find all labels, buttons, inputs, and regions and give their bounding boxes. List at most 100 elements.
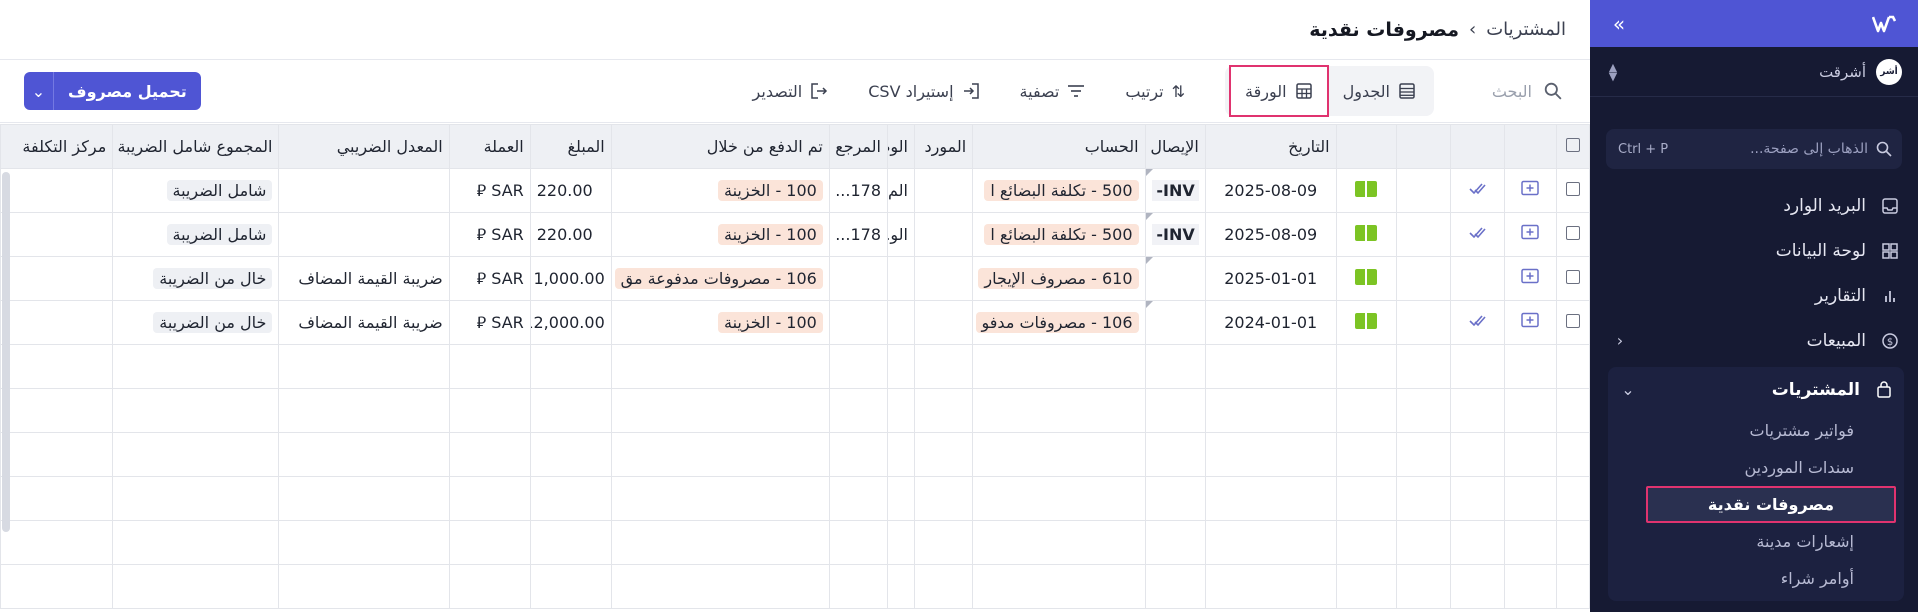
date-cell[interactable]: 2025-01-01: [1204, 256, 1337, 301]
tax-inclusive-cell[interactable]: شامل الضريبة: [112, 212, 280, 257]
reference-cell[interactable]: [828, 300, 889, 345]
empty-cell[interactable]: [529, 520, 612, 565]
empty-cell[interactable]: [112, 344, 280, 389]
amount-cell[interactable]: 220.00: [529, 168, 612, 213]
add-comment-icon[interactable]: [1503, 256, 1557, 301]
empty-cell[interactable]: [1449, 564, 1505, 609]
empty-cell[interactable]: [1449, 388, 1505, 433]
empty-cell[interactable]: [448, 388, 531, 433]
sidebar-sub-purchase-invoices[interactable]: فواتير مشتريات: [1608, 412, 1904, 449]
account-cell[interactable]: 500 - تكلفة البضائع ا: [972, 168, 1146, 213]
search-input[interactable]: البحث: [1452, 82, 1562, 101]
empty-cell[interactable]: [1449, 476, 1505, 521]
table-row[interactable]: 2024-01-01 106 - مصروفات مدفو 100 - الخزين…: [0, 300, 1590, 345]
paid-through-cell[interactable]: 100 - الخزينة: [610, 300, 830, 345]
row-checkbox[interactable]: [1555, 168, 1590, 213]
approved-check-icon[interactable]: [1449, 212, 1505, 257]
column-header-paid-through[interactable]: تم الدفع من خلال: [610, 124, 830, 169]
column-header-currency[interactable]: العملة: [448, 124, 531, 169]
empty-cell[interactable]: [913, 520, 974, 565]
empty-cell[interactable]: [529, 476, 612, 521]
tax-inclusive-cell[interactable]: خال من الضريبة: [112, 300, 280, 345]
empty-cell[interactable]: [1335, 432, 1397, 477]
empty-cell[interactable]: [1449, 344, 1505, 389]
currency-cell[interactable]: SAR ⃁: [448, 256, 531, 301]
currency-cell[interactable]: SAR ⃁: [448, 168, 531, 213]
column-header-amount[interactable]: المبلغ: [529, 124, 612, 169]
empty-cell[interactable]: [1395, 564, 1451, 609]
empty-cell[interactable]: [1335, 564, 1397, 609]
empty-cell[interactable]: [1335, 388, 1397, 433]
description-cell[interactable]: [887, 256, 915, 301]
tax-rate-cell[interactable]: ضريبة القيمة المضاف: [278, 256, 450, 301]
empty-cell[interactable]: [913, 432, 974, 477]
empty-cell[interactable]: [448, 564, 531, 609]
empty-cell[interactable]: [913, 564, 974, 609]
amount-cell[interactable]: 12,000.00: [529, 300, 612, 345]
empty-cell[interactable]: [1204, 388, 1337, 433]
empty-cell[interactable]: [1555, 520, 1590, 565]
sort-button[interactable]: ⇅ ترتيب: [1125, 82, 1185, 101]
empty-table-row[interactable]: [0, 432, 1590, 477]
empty-cell[interactable]: [278, 388, 450, 433]
column-header-description[interactable]: الوصف: [887, 124, 915, 169]
column-header-account[interactable]: الحساب: [972, 124, 1146, 169]
upload-expense-button[interactable]: تحميل مصروف: [54, 72, 201, 110]
paid-through-cell[interactable]: 106 - مصروفات مدفوعة مق: [610, 256, 830, 301]
empty-cell[interactable]: [913, 476, 974, 521]
empty-cell[interactable]: [278, 476, 450, 521]
account-cell[interactable]: 610 - مصروف الإيجار: [972, 256, 1146, 301]
empty-cell[interactable]: [448, 344, 531, 389]
empty-cell[interactable]: [828, 476, 889, 521]
empty-cell[interactable]: [1204, 432, 1337, 477]
breadcrumb-parent[interactable]: المشتريات: [1486, 19, 1566, 40]
empty-cell[interactable]: [1395, 520, 1451, 565]
sidebar-item-sales[interactable]: $ المبيعات ‹: [1590, 318, 1918, 363]
empty-table-row[interactable]: [0, 476, 1590, 521]
vertical-scrollbar[interactable]: [2, 172, 10, 532]
account-cell[interactable]: 106 - مصروفات مدفو: [972, 300, 1146, 345]
filter-button[interactable]: تصفية: [1020, 82, 1086, 101]
empty-cell[interactable]: [828, 388, 889, 433]
date-cell[interactable]: 2024-01-01: [1204, 300, 1337, 345]
receipt-cell[interactable]: INV-: [1144, 168, 1206, 213]
empty-cell[interactable]: [1503, 564, 1557, 609]
empty-cell[interactable]: [278, 564, 450, 609]
empty-cell[interactable]: [887, 388, 915, 433]
paid-through-cell[interactable]: 100 - الخزينة: [610, 168, 830, 213]
empty-cell[interactable]: [887, 432, 915, 477]
empty-cell[interactable]: [529, 344, 612, 389]
empty-cell[interactable]: [972, 476, 1146, 521]
empty-cell[interactable]: [610, 520, 830, 565]
column-header-supplier[interactable]: المورد: [913, 124, 974, 169]
tax-inclusive-cell[interactable]: خال من الضريبة: [112, 256, 280, 301]
empty-cell[interactable]: [610, 564, 830, 609]
empty-cell[interactable]: [529, 564, 612, 609]
empty-cell[interactable]: [1335, 344, 1397, 389]
empty-cell[interactable]: [972, 432, 1146, 477]
supplier-cell[interactable]: [913, 300, 974, 345]
empty-cell[interactable]: [112, 388, 280, 433]
cost-center-cell[interactable]: [0, 256, 114, 301]
empty-cell[interactable]: [887, 564, 915, 609]
empty-cell[interactable]: [1144, 432, 1206, 477]
empty-cell[interactable]: [0, 432, 114, 477]
date-cell[interactable]: 2025-08-09: [1204, 168, 1337, 213]
export-button[interactable]: التصدير: [753, 82, 829, 101]
empty-cell[interactable]: [1204, 344, 1337, 389]
tax-rate-cell[interactable]: [278, 212, 450, 257]
reference-cell[interactable]: 178...: [828, 168, 889, 213]
empty-cell[interactable]: [887, 520, 915, 565]
empty-cell[interactable]: [278, 520, 450, 565]
empty-cell[interactable]: [1503, 388, 1557, 433]
amount-cell[interactable]: 220.00: [529, 212, 612, 257]
sidebar-sub-cash-expenses[interactable]: مصروفات نقدية: [1646, 486, 1896, 523]
supplier-cell[interactable]: [913, 256, 974, 301]
empty-table-row[interactable]: [0, 520, 1590, 565]
empty-cell[interactable]: [887, 344, 915, 389]
approved-check-icon[interactable]: [1449, 168, 1505, 213]
go-to-page-search[interactable]: الذهاب إلى صفحة... Ctrl + P: [1606, 129, 1902, 169]
tax-inclusive-cell[interactable]: شامل الضريبة: [112, 168, 280, 213]
empty-cell[interactable]: [0, 564, 114, 609]
column-header-date[interactable]: التاريخ: [1204, 124, 1337, 169]
